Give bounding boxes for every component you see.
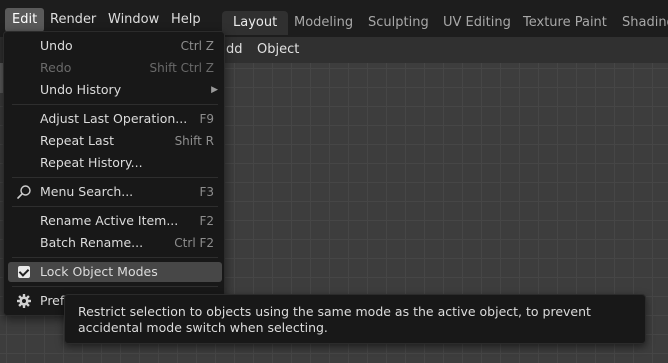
menu-rename-active-item[interactable]: Rename Active Item... F2 [8,211,222,231]
menu-repeat-last-shortcut: Shift R [174,134,214,148]
menu-repeat-history-label: Repeat History... [40,155,143,170]
menu-redo-shortcut: Shift Ctrl Z [149,61,214,75]
edit-menu-dropdown: Undo Ctrl Z Redo Shift Ctrl Z Undo Histo… [3,31,225,316]
menu-batch-rename-shortcut: Ctrl F2 [174,236,214,250]
lock-object-modes-checkbox[interactable] [18,266,30,278]
menu-separator [12,177,218,178]
menu-menu-search[interactable]: Menu Search... F3 [8,182,222,202]
object-menu[interactable]: Object [257,37,299,63]
menu-search-label: Menu Search... [40,184,134,199]
tooltip-text: Restrict selection to objects using the … [78,304,591,335]
gear-icon [16,293,32,309]
search-icon [16,184,32,200]
menu-help[interactable]: Help [164,8,208,32]
menu-window[interactable]: Window [101,8,166,32]
tab-modeling[interactable]: Modeling [283,11,364,35]
menu-undo-history[interactable]: Undo History ▶ [8,80,222,100]
menu-adjust-last-label: Adjust Last Operation... [40,111,188,126]
menu-separator [12,257,218,258]
menu-separator [12,286,218,287]
menu-rename-active-label: Rename Active Item... [40,213,179,228]
menu-redo[interactable]: Redo Shift Ctrl Z [8,58,222,78]
tab-layout[interactable]: Layout [222,11,289,35]
menu-undo-label: Undo [40,38,73,53]
tooltip: Restrict selection to objects using the … [64,294,646,344]
menu-adjust-last-shortcut: F9 [199,112,214,126]
menu-separator [12,206,218,207]
add-menu[interactable]: dd [226,37,243,63]
menu-lock-object-modes-label: Lock Object Modes [40,264,158,279]
menu-repeat-history[interactable]: Repeat History... [8,153,222,173]
menu-adjust-last-operation[interactable]: Adjust Last Operation... F9 [8,109,222,129]
menu-lock-object-modes[interactable]: Lock Object Modes [8,262,222,282]
menu-batch-rename[interactable]: Batch Rename... Ctrl F2 [8,233,222,253]
tab-texture-paint[interactable]: Texture Paint [512,11,618,35]
tab-sculpting[interactable]: Sculpting [357,11,440,35]
menu-separator [12,104,218,105]
menu-batch-rename-label: Batch Rename... [40,235,144,250]
menu-redo-label: Redo [40,60,72,75]
menu-repeat-last-label: Repeat Last [40,133,115,148]
tab-uv-editing[interactable]: UV Editing [432,11,522,35]
menu-undo-history-label: Undo History [40,82,122,97]
menu-render[interactable]: Render [43,8,103,32]
menu-undo[interactable]: Undo Ctrl Z [8,36,222,56]
menu-repeat-last[interactable]: Repeat Last Shift R [8,131,222,151]
menu-edit[interactable]: Edit [5,8,45,32]
menu-rename-active-shortcut: F2 [199,214,214,228]
menu-search-shortcut: F3 [199,185,214,199]
tab-shading[interactable]: Shading [611,11,668,35]
menu-undo-shortcut: Ctrl Z [180,39,214,53]
submenu-arrow-icon: ▶ [211,85,218,95]
